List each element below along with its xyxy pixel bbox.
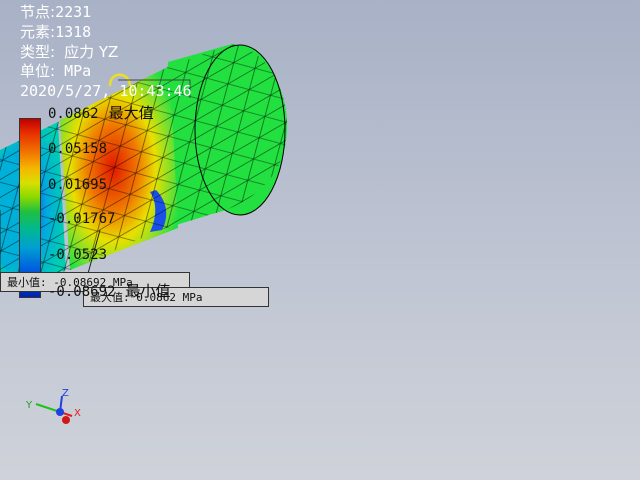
color-legend-bar [19, 118, 41, 298]
axis-y-label: Y [26, 400, 33, 411]
timestamp: 2020/5/27, 10:43:46 [20, 82, 192, 100]
result-type: 类型: 应力 YZ [20, 43, 119, 61]
legend-value-3: 0.01695 [48, 177, 108, 193]
axis-z-label: Z [62, 388, 69, 399]
legend-min: -0.08692 最小值 [48, 282, 171, 300]
element-count: 元素:1318 [20, 23, 92, 41]
model-viewport[interactable] [0, 0, 640, 480]
legend-value-4: -0.01767 [48, 211, 116, 227]
legend-max: 0.0862 最大值 [48, 104, 154, 122]
legend-value-2: 0.05158 [48, 141, 108, 157]
node-count: 节点:2231 [20, 3, 92, 21]
axis-triad[interactable]: Y Z X [22, 388, 82, 430]
axis-x-label: X [74, 408, 81, 419]
unit: 单位: MPa [20, 62, 92, 80]
legend-value-5: -0.0523 [48, 247, 108, 263]
